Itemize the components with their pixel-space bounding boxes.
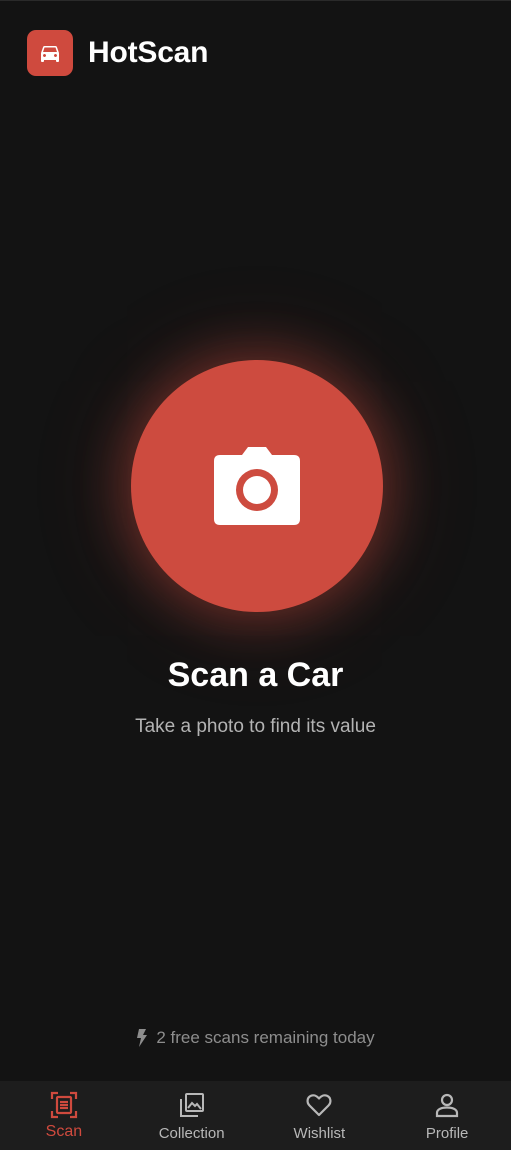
free-scans-text: 2 free scans remaining today [156, 1028, 375, 1047]
heart-icon [305, 1091, 333, 1119]
collection-icon [178, 1091, 206, 1119]
scan-title: Scan a Car [167, 656, 344, 694]
bottom-navigation: Scan Collection Wishlist Profile [0, 1081, 511, 1150]
nav-label-wishlist: Wishlist [293, 1125, 346, 1142]
scan-camera-button[interactable] [131, 360, 383, 612]
bolt-icon [136, 1029, 148, 1047]
top-divider [0, 0, 511, 1]
nav-item-scan[interactable]: Scan [0, 1081, 128, 1150]
nav-label-collection: Collection [158, 1125, 225, 1142]
app-title: HotScan [88, 36, 209, 69]
nav-label-profile: Profile [425, 1125, 469, 1142]
scan-area [131, 360, 383, 612]
camera-icon [214, 447, 300, 525]
scan-icon [50, 1091, 78, 1119]
app-header: HotScan [27, 30, 208, 76]
car-icon [41, 46, 59, 62]
nav-item-wishlist[interactable]: Wishlist [256, 1081, 384, 1150]
nav-item-collection[interactable]: Collection [128, 1081, 256, 1150]
scan-screen: HotScan Scan a Car Take a photo to find … [0, 0, 511, 1150]
free-scans-notice: 2 free scans remaining today [0, 1028, 511, 1048]
nav-item-profile[interactable]: Profile [383, 1081, 511, 1150]
app-logo [27, 30, 73, 76]
nav-label-scan: Scan [45, 1123, 83, 1140]
person-icon [433, 1091, 461, 1119]
scan-subtitle: Take a photo to find its value [135, 716, 376, 737]
